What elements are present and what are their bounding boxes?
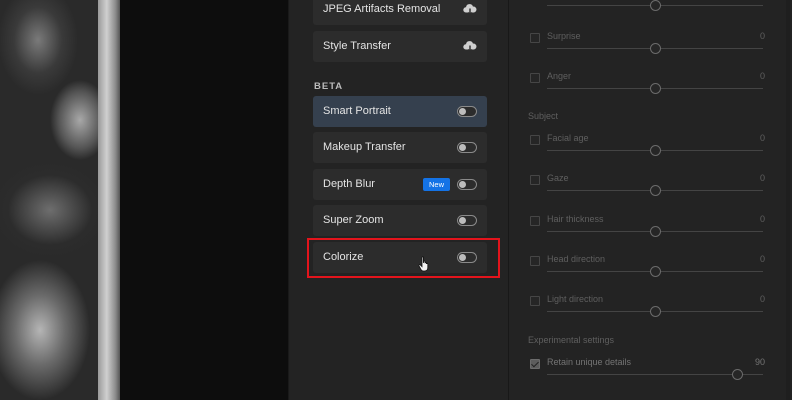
slider-row-light-direction: Light direction 0 <box>509 294 779 336</box>
slider-value: 90 <box>754 357 765 367</box>
slider-row-gaze: Gaze 0 <box>509 173 779 215</box>
filter-label: JPEG Artifacts Removal <box>323 3 441 15</box>
slider-label: Facial age <box>547 133 589 143</box>
filter-label: Colorize <box>323 251 364 263</box>
slider-value: 0 <box>759 214 765 224</box>
slider-value: 0 <box>759 254 765 264</box>
head-direction-checkbox[interactable] <box>530 256 540 266</box>
neural-filters-list: JPEG Artifacts Removal Style Transfer BE… <box>288 0 508 400</box>
slider-row-retain-unique-details: Retain unique details 90 <box>509 357 779 399</box>
slider-knob[interactable] <box>650 83 661 94</box>
slider-row-hair-thickness: Hair thickness 0 <box>509 214 779 256</box>
canvas-background <box>120 0 288 400</box>
slider-label: Anger <box>547 71 572 81</box>
slider-label: Retain unique details <box>547 357 632 367</box>
smart-portrait-toggle[interactable] <box>457 106 477 117</box>
hand-pointer-icon <box>418 256 429 272</box>
slider-knob[interactable] <box>650 226 661 237</box>
slider-label: Surprise <box>547 31 581 41</box>
subject-section-title: Subject <box>528 111 559 121</box>
anger-checkbox[interactable] <box>530 73 540 83</box>
filter-label: Smart Portrait <box>323 105 391 117</box>
slider-row-head-direction: Head direction 0 <box>509 254 779 296</box>
makeup-transfer-toggle[interactable] <box>457 142 477 153</box>
depth-blur-toggle[interactable] <box>457 179 477 190</box>
retain-unique-details-checkbox[interactable] <box>530 359 540 369</box>
filter-item-depth-blur[interactable]: Depth Blur New <box>313 169 487 200</box>
photo-canvas[interactable] <box>0 0 120 400</box>
filter-label: Super Zoom <box>323 214 384 226</box>
slider-row-facial-age: Facial age 0 <box>509 133 779 175</box>
filter-label: Makeup Transfer <box>323 141 406 153</box>
facial-age-checkbox[interactable] <box>530 135 540 145</box>
super-zoom-toggle[interactable] <box>457 215 477 226</box>
slider-knob[interactable] <box>650 185 661 196</box>
filter-label: Style Transfer <box>323 40 391 52</box>
slider-knob[interactable] <box>650 43 661 54</box>
colorize-toggle[interactable] <box>457 252 477 263</box>
surprise-checkbox[interactable] <box>530 33 540 43</box>
slider-knob[interactable] <box>650 306 661 317</box>
filter-item-smart-portrait[interactable]: Smart Portrait <box>313 96 487 127</box>
slider-row-top <box>509 0 779 30</box>
experimental-section-title: Experimental settings <box>528 335 615 345</box>
slider-knob[interactable] <box>650 0 661 11</box>
filter-item-makeup-transfer[interactable]: Makeup Transfer <box>313 132 487 163</box>
filter-item-super-zoom[interactable]: Super Zoom <box>313 205 487 236</box>
slider-value: 0 <box>759 133 765 143</box>
light-direction-checkbox[interactable] <box>530 296 540 306</box>
gaze-checkbox[interactable] <box>530 175 540 185</box>
new-badge: New <box>422 178 450 191</box>
slider-label: Head direction <box>547 254 606 264</box>
slider-row-surprise: Surprise 0 <box>509 31 779 73</box>
slider-row-anger: Anger 0 <box>509 71 779 113</box>
slider-value: 0 <box>759 71 765 81</box>
slider-value: 0 <box>759 173 765 183</box>
slider-knob[interactable] <box>732 369 743 380</box>
filter-item-style-transfer[interactable]: Style Transfer <box>313 31 487 62</box>
slider-label: Gaze <box>547 173 569 183</box>
slider-knob[interactable] <box>650 145 661 156</box>
hair-thickness-checkbox[interactable] <box>530 216 540 226</box>
filter-settings-panel: Surprise 0 Anger 0 Subject Facial age 0 … <box>508 0 792 400</box>
filter-item-colorize[interactable]: Colorize <box>313 242 487 273</box>
filter-label: Depth Blur <box>323 178 375 190</box>
slider-track[interactable] <box>547 374 763 375</box>
slider-value: 0 <box>759 31 765 41</box>
beta-section-title: BETA <box>314 81 344 92</box>
settings-scrollbar[interactable] <box>786 0 790 400</box>
filter-item-jpeg-artifacts-removal[interactable]: JPEG Artifacts Removal <box>313 0 487 25</box>
slider-label: Light direction <box>547 294 604 304</box>
cloud-download-icon[interactable] <box>463 40 477 52</box>
slider-knob[interactable] <box>650 266 661 277</box>
slider-label: Hair thickness <box>547 214 604 224</box>
cloud-download-icon[interactable] <box>463 3 477 15</box>
slider-value: 0 <box>759 294 765 304</box>
